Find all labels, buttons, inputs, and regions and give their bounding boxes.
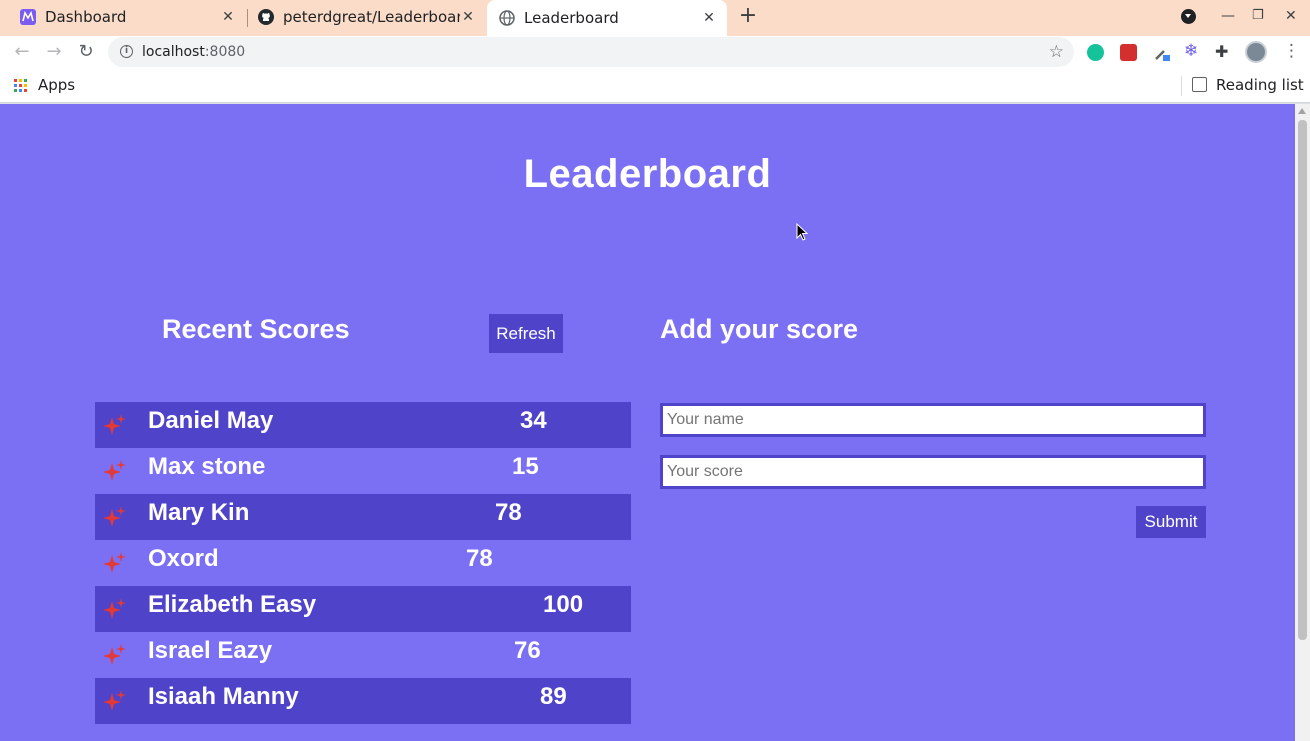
- player-name: Daniel May: [148, 407, 274, 434]
- tab-leaderboard[interactable]: Leaderboard ✕: [487, 0, 727, 36]
- leaderboard-page: Leaderboard Recent Scores Refresh Add yo…: [0, 104, 1295, 741]
- tab-strip: Dashboard ✕ peterdgreat/Leaderboard ✕ Le…: [0, 0, 1310, 36]
- sparkle-icon: [103, 460, 126, 481]
- address-bar[interactable]: i localhost:8080 ☆: [108, 37, 1074, 67]
- player-score: 34: [520, 407, 547, 434]
- close-window-icon[interactable]: ✕: [1285, 8, 1297, 24]
- sparkle-icon: [103, 552, 126, 573]
- sparkle-icon: [103, 598, 126, 619]
- sparkle-icon: [103, 506, 126, 527]
- minimize-icon[interactable]: —: [1221, 8, 1235, 24]
- player-name: Israel Eazy: [148, 637, 273, 664]
- snowflake-extension-icon[interactable]: ❄: [1184, 41, 1201, 61]
- reading-list-icon[interactable]: [1192, 77, 1207, 92]
- score-row: Daniel May 34: [95, 402, 631, 448]
- tab-search-icon[interactable]: [1181, 9, 1196, 24]
- forward-icon[interactable]: →: [43, 41, 65, 62]
- bookmarks-bar: Apps Reading list: [0, 68, 1310, 103]
- restore-icon[interactable]: ❐: [1252, 8, 1264, 23]
- score-row: Israel Eazy 76: [95, 632, 631, 678]
- close-tab-icon[interactable]: ✕: [701, 10, 717, 26]
- score-row: Isiaah Manny 89: [95, 678, 631, 724]
- profile-avatar[interactable]: [1245, 41, 1267, 63]
- tab-github[interactable]: peterdgreat/Leaderboard ✕: [248, 2, 486, 32]
- player-name: Elizabeth Easy: [148, 591, 317, 618]
- player-name: Isiaah Manny: [148, 683, 299, 710]
- eyedropper-extension-icon[interactable]: [1153, 44, 1170, 61]
- grammarly-extension-icon[interactable]: [1087, 44, 1104, 61]
- close-tab-icon[interactable]: ✕: [460, 9, 476, 25]
- player-name: Mary Kin: [148, 499, 250, 526]
- bookmarks-divider: [1181, 76, 1182, 96]
- player-score: 89: [540, 683, 567, 710]
- reading-list-button[interactable]: Reading list: [1216, 76, 1304, 94]
- player-score: 78: [466, 545, 493, 572]
- add-score-title: Add your score: [660, 314, 859, 344]
- player-score: 15: [512, 453, 539, 480]
- tab-title: peterdgreat/Leaderboard: [283, 8, 460, 26]
- globe-favicon-icon: [499, 10, 515, 26]
- back-icon[interactable]: ←: [11, 41, 33, 62]
- score-row: Elizabeth Easy 100: [95, 586, 631, 632]
- apps-bookmark[interactable]: Apps: [38, 76, 75, 94]
- extensions-puzzle-icon[interactable]: ✚: [1215, 42, 1232, 61]
- apps-grid-icon[interactable]: [14, 79, 27, 92]
- dashboard-favicon-icon: [20, 9, 36, 25]
- sparkle-icon: [103, 414, 126, 435]
- player-name: Oxord: [148, 545, 219, 572]
- score-input[interactable]: [660, 455, 1206, 489]
- page-title: Leaderboard: [523, 152, 772, 196]
- player-name: Max stone: [148, 453, 266, 480]
- github-favicon-icon: [258, 9, 274, 25]
- player-score: 100: [543, 591, 584, 618]
- menu-kebab-icon[interactable]: ⋮: [1283, 41, 1300, 61]
- reload-icon[interactable]: ↻: [75, 41, 97, 62]
- bookmark-star-icon[interactable]: ☆: [1049, 42, 1064, 62]
- tab-title: Dashboard: [45, 8, 127, 26]
- score-row: Oxord 78: [95, 540, 631, 586]
- sparkle-icon: [103, 644, 126, 665]
- tab-dashboard[interactable]: Dashboard ✕: [0, 2, 246, 32]
- refresh-button[interactable]: Refresh: [489, 314, 563, 353]
- browser-toolbar: ← → ↻ i localhost:8080 ☆ ❄ ✚ ⋮: [0, 36, 1310, 68]
- close-tab-icon[interactable]: ✕: [220, 9, 236, 25]
- url-port: :8080: [204, 44, 246, 60]
- scrollbar-thumb[interactable]: [1298, 120, 1307, 640]
- scroll-up-arrow-icon[interactable]: [1298, 108, 1306, 114]
- site-info-icon[interactable]: i: [120, 45, 133, 58]
- url-text: localhost:8080: [142, 44, 245, 60]
- page-scrollbar[interactable]: [1295, 104, 1310, 741]
- score-row: Max stone 15: [95, 448, 631, 494]
- tab-title: Leaderboard: [524, 9, 619, 27]
- scores-list: Daniel May 34 Max stone 15 Mary Kin 78 O…: [95, 402, 631, 724]
- pdf-extension-icon[interactable]: [1120, 44, 1137, 61]
- submit-button[interactable]: Submit: [1136, 506, 1206, 538]
- player-score: 78: [495, 499, 522, 526]
- new-tab-icon[interactable]: +: [737, 5, 759, 27]
- recent-scores-title: Recent Scores: [162, 314, 350, 344]
- name-input[interactable]: [660, 403, 1206, 437]
- sparkle-icon: [103, 690, 126, 711]
- player-score: 76: [514, 637, 541, 664]
- score-row: Mary Kin 78: [95, 494, 631, 540]
- mouse-cursor-icon: [796, 223, 809, 241]
- url-host: localhost: [142, 44, 205, 60]
